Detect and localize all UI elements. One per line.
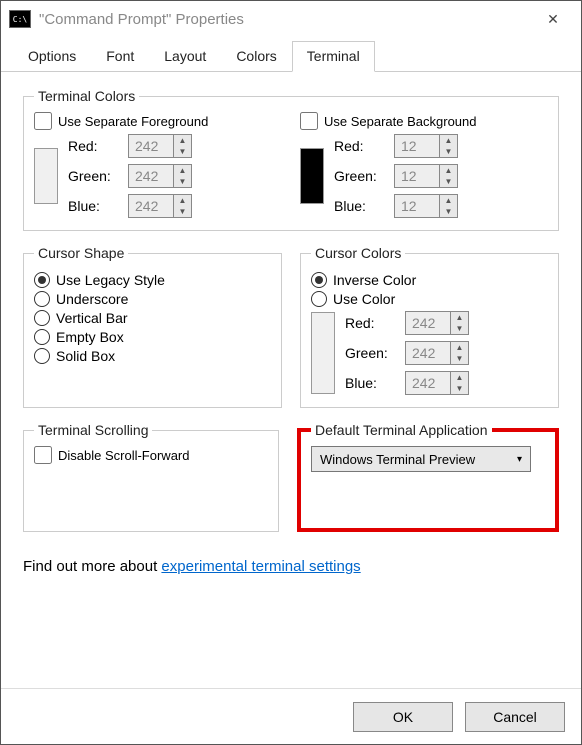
bg-blue-label: Blue:: [334, 198, 394, 214]
chevron-down-icon: ▾: [517, 454, 522, 465]
bg-swatch: [300, 148, 324, 204]
use-separate-fg-label: Use Separate Foreground: [58, 114, 208, 129]
terminal-colors-legend: Terminal Colors: [34, 88, 139, 104]
cursor-shape-solid[interactable]: Solid Box: [34, 348, 271, 364]
terminal-colors-group: Terminal Colors Use Separate Foreground …: [23, 88, 559, 231]
cursor-color-inverse[interactable]: Inverse Color: [311, 272, 548, 288]
cancel-button[interactable]: Cancel: [465, 702, 565, 732]
link-prefix: Find out more about: [23, 558, 161, 575]
bg-green-spinner[interactable]: 12▲▼: [394, 164, 458, 188]
bg-section: Use Separate Background Red: 12▲▼ Green:…: [300, 112, 548, 220]
cursor-colors-legend: Cursor Colors: [311, 245, 405, 261]
cursor-colors-group: Cursor Colors Inverse Color Use Color Re…: [300, 245, 559, 408]
fg-blue-label: Blue:: [68, 198, 128, 214]
dialog-footer: OK Cancel: [1, 688, 581, 744]
tabstrip: Options Font Layout Colors Terminal: [1, 41, 581, 72]
fg-swatch: [34, 148, 58, 204]
experimental-settings-link[interactable]: experimental terminal settings: [161, 558, 360, 575]
tab-font[interactable]: Font: [91, 41, 149, 71]
fg-green-label: Green:: [68, 168, 128, 184]
bg-green-label: Green:: [334, 168, 394, 184]
ok-button[interactable]: OK: [353, 702, 453, 732]
titlebar: C:\ "Command Prompt" Properties ✕: [1, 1, 581, 37]
bg-blue-spinner[interactable]: 12▲▼: [394, 194, 458, 218]
fg-section: Use Separate Foreground Red: 242▲▼ Green…: [34, 112, 282, 220]
default-terminal-app-legend: Default Terminal Application: [311, 422, 492, 438]
tab-options[interactable]: Options: [13, 41, 91, 71]
cursor-shape-vertical[interactable]: Vertical Bar: [34, 310, 271, 326]
experimental-link-row: Find out more about experimental termina…: [23, 558, 559, 575]
bg-red-label: Red:: [334, 138, 394, 154]
cursor-blue-label: Blue:: [345, 375, 405, 391]
disable-scroll-forward-label: Disable Scroll-Forward: [58, 448, 189, 463]
tab-body: Terminal Colors Use Separate Foreground …: [1, 72, 581, 688]
cursor-shape-underscore[interactable]: Underscore: [34, 291, 271, 307]
cursor-color-swatch: [311, 312, 335, 394]
fg-blue-spinner[interactable]: 242▲▼: [128, 194, 192, 218]
cursor-shape-group: Cursor Shape Use Legacy Style Underscore…: [23, 245, 282, 408]
cursor-shape-legend: Cursor Shape: [34, 245, 128, 261]
cursor-blue-spinner[interactable]: 242▲▼: [405, 371, 469, 395]
cmd-icon: C:\: [9, 10, 31, 28]
fg-red-label: Red:: [68, 138, 128, 154]
default-terminal-app-dropdown[interactable]: Windows Terminal Preview ▾: [311, 446, 531, 472]
tab-terminal[interactable]: Terminal: [292, 41, 375, 72]
use-separate-fg-checkbox[interactable]: [34, 112, 52, 130]
terminal-scrolling-group: Terminal Scrolling Disable Scroll-Forwar…: [23, 422, 279, 532]
tab-layout[interactable]: Layout: [149, 41, 221, 71]
cursor-green-spinner[interactable]: 242▲▼: [405, 341, 469, 365]
bg-red-spinner[interactable]: 12▲▼: [394, 134, 458, 158]
properties-dialog: C:\ "Command Prompt" Properties ✕ Option…: [0, 0, 582, 745]
cursor-shape-empty[interactable]: Empty Box: [34, 329, 271, 345]
use-separate-bg-label: Use Separate Background: [324, 114, 476, 129]
cursor-green-label: Green:: [345, 345, 405, 361]
close-button[interactable]: ✕: [533, 4, 573, 34]
disable-scroll-forward-checkbox[interactable]: [34, 446, 52, 464]
cursor-color-usecolor[interactable]: Use Color: [311, 291, 548, 307]
terminal-scrolling-legend: Terminal Scrolling: [34, 422, 152, 438]
tab-colors[interactable]: Colors: [221, 41, 291, 71]
cursor-red-spinner[interactable]: 242▲▼: [405, 311, 469, 335]
window-title: "Command Prompt" Properties: [39, 11, 244, 28]
default-terminal-app-value: Windows Terminal Preview: [320, 452, 475, 467]
use-separate-bg-checkbox[interactable]: [300, 112, 318, 130]
fg-green-spinner[interactable]: 242▲▼: [128, 164, 192, 188]
fg-red-spinner[interactable]: 242▲▼: [128, 134, 192, 158]
cursor-red-label: Red:: [345, 315, 405, 331]
default-terminal-app-group: Default Terminal Application Windows Ter…: [297, 422, 559, 532]
cursor-shape-legacy[interactable]: Use Legacy Style: [34, 272, 271, 288]
